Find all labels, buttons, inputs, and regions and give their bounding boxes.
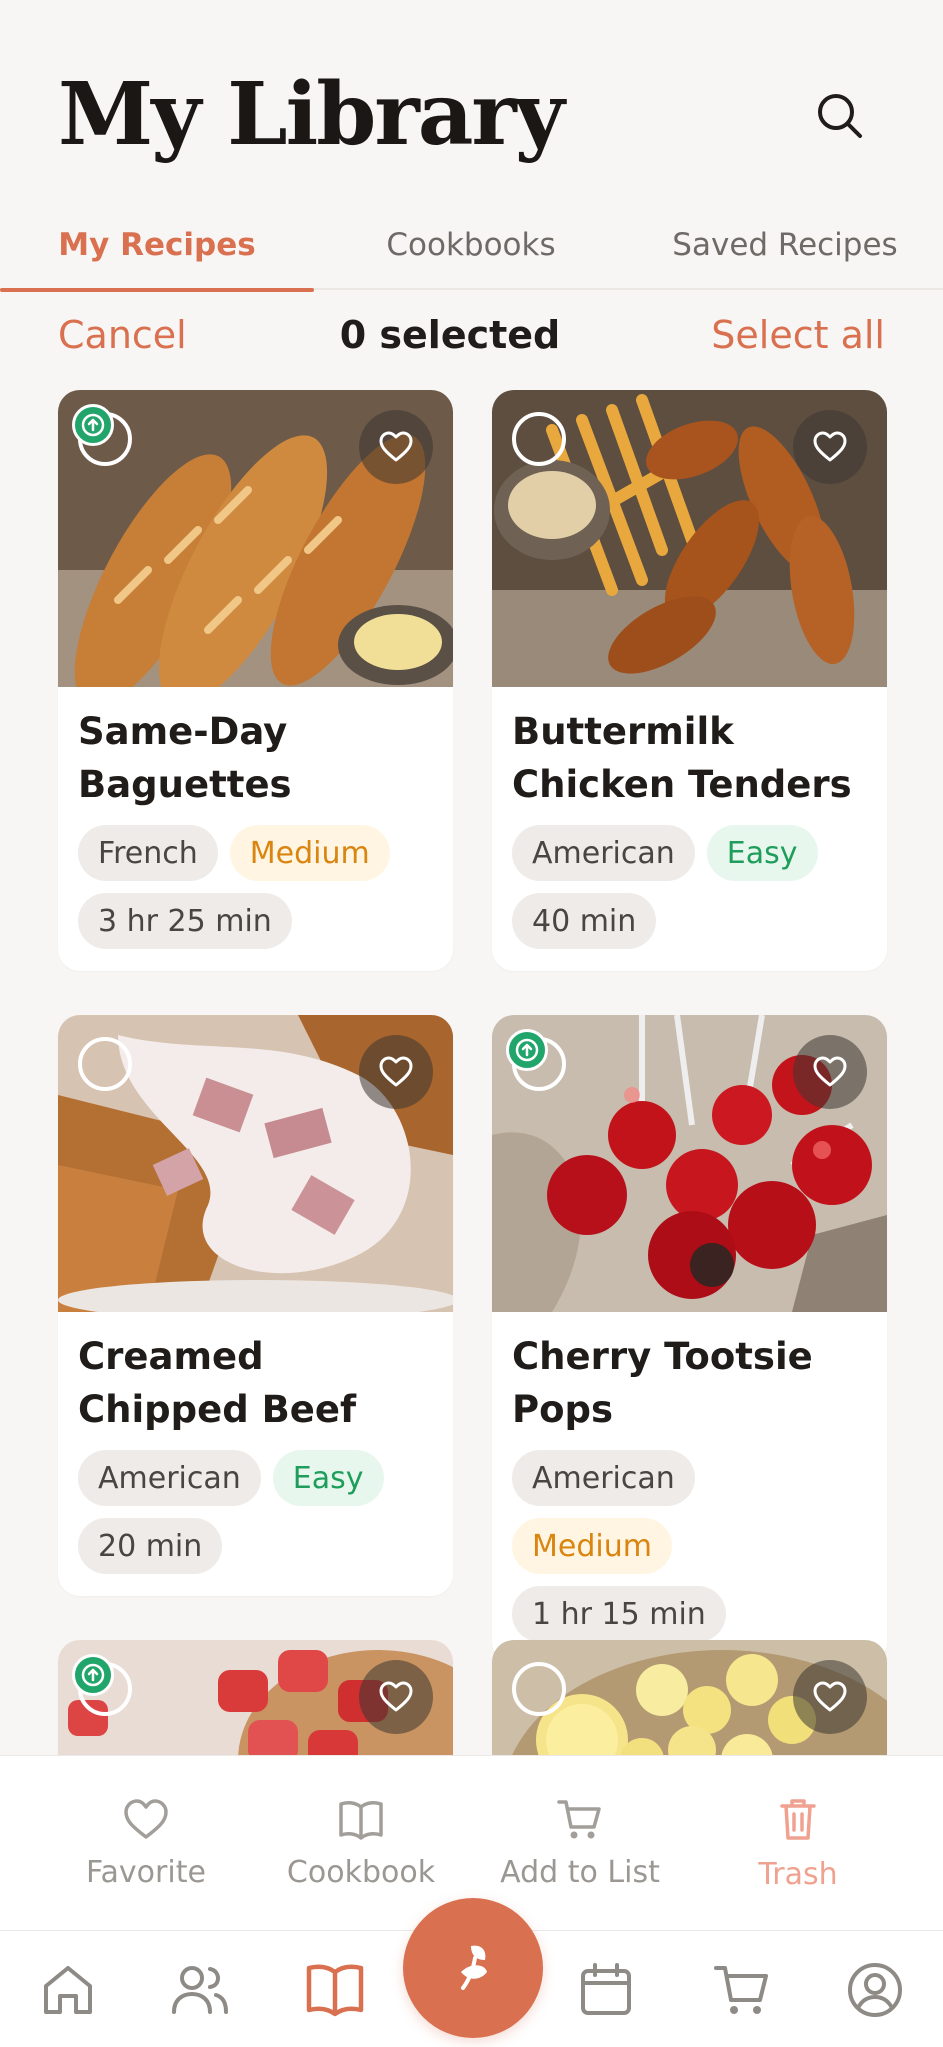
recipe-title: Creamed Chipped Beef on… bbox=[78, 1335, 357, 1431]
action-label: Add to List bbox=[500, 1855, 660, 1890]
difficulty-tag: Easy bbox=[272, 1450, 384, 1506]
difficulty-tag: Medium bbox=[512, 1518, 672, 1574]
cherry-pops-image bbox=[492, 1015, 887, 1312]
gummies-image bbox=[58, 1640, 453, 1755]
active-tab-indicator bbox=[0, 288, 314, 292]
profile-icon bbox=[848, 1962, 902, 2017]
time-tag: 3 hr 25 min bbox=[78, 893, 292, 949]
cuisine-tag: French bbox=[78, 825, 218, 881]
upload-icon bbox=[515, 1038, 539, 1062]
favorite-button[interactable] bbox=[359, 410, 433, 484]
home-icon bbox=[44, 1965, 92, 2014]
select-all-button[interactable]: Select all bbox=[711, 313, 885, 357]
difficulty-tag: Easy bbox=[706, 825, 818, 881]
search-button[interactable] bbox=[812, 88, 868, 144]
heart-icon bbox=[813, 1056, 847, 1087]
time-tag: 1 hr 15 min bbox=[512, 1586, 726, 1642]
recipe-title: Buttermilk Chicken Tenders bbox=[512, 710, 852, 806]
recipe-card[interactable]: Same-Day Baguettes French Medium 3 hr 25… bbox=[58, 390, 453, 971]
recipe-card[interactable] bbox=[492, 1640, 887, 1755]
tab-label: My Recipes bbox=[58, 227, 256, 263]
community-icon bbox=[172, 1965, 228, 2014]
cart-icon bbox=[557, 1800, 601, 1839]
nav-profile[interactable] bbox=[825, 1931, 925, 2047]
difficulty-tag: Medium bbox=[229, 825, 390, 881]
action-label: Favorite bbox=[86, 1855, 206, 1890]
cuisine-tag: American bbox=[512, 1450, 695, 1506]
favorite-button[interactable] bbox=[793, 1660, 867, 1734]
heart-icon bbox=[379, 1056, 413, 1087]
add-recipe-icon bbox=[461, 1945, 487, 1990]
nav-meal-plan[interactable] bbox=[556, 1931, 656, 2047]
recipe-tags: American Easy 20 min bbox=[78, 1450, 418, 1574]
heart-icon bbox=[379, 1681, 413, 1712]
tab-cookbooks[interactable]: Cookbooks bbox=[314, 200, 628, 290]
heart-icon bbox=[124, 1799, 168, 1839]
cookbook-action-button[interactable]: Cookbook bbox=[251, 1756, 471, 1931]
tab-label: Saved Recipes bbox=[672, 227, 898, 263]
tab-label: Cookbooks bbox=[386, 227, 556, 263]
shopping-cart-icon bbox=[714, 1965, 768, 2014]
calendar-icon bbox=[581, 1962, 631, 2015]
heart-icon bbox=[813, 431, 847, 462]
favorite-button[interactable] bbox=[359, 1660, 433, 1734]
select-checkbox[interactable] bbox=[512, 1662, 566, 1716]
time-tag: 40 min bbox=[512, 893, 657, 949]
nav-community[interactable] bbox=[150, 1931, 250, 2047]
selection-bar: Cancel 0 selected Select all bbox=[0, 305, 943, 365]
library-tabs: My Recipes Cookbooks Saved Recipes bbox=[0, 200, 943, 292]
search-icon bbox=[818, 94, 862, 138]
chipped-beef-image bbox=[58, 1015, 453, 1312]
synced-badge bbox=[506, 1029, 548, 1071]
nav-shopping[interactable] bbox=[692, 1931, 792, 2047]
select-checkbox[interactable] bbox=[512, 412, 566, 466]
page-title: My Library bbox=[58, 64, 565, 165]
synced-badge bbox=[72, 404, 114, 446]
chicken-tenders-image bbox=[492, 390, 887, 687]
favorite-action-button[interactable]: Favorite bbox=[36, 1756, 256, 1931]
upload-icon bbox=[81, 413, 105, 437]
action-label: Cookbook bbox=[286, 1855, 436, 1890]
recipe-grid: Same-Day Baguettes French Medium 3 hr 25… bbox=[0, 390, 943, 1755]
header: My Library bbox=[0, 0, 943, 200]
recipe-card[interactable]: Cherry Tootsie Pops American Medium 1 hr… bbox=[492, 1015, 887, 1664]
recipe-tags: French Medium 3 hr 25 min bbox=[78, 825, 418, 949]
action-label: Trash bbox=[758, 1857, 838, 1892]
trash-action-button[interactable]: Trash bbox=[688, 1756, 908, 1931]
library-icon bbox=[306, 1964, 364, 2016]
nav-library[interactable] bbox=[285, 1931, 385, 2047]
add-recipe-button[interactable] bbox=[403, 1898, 543, 2038]
nav-home[interactable] bbox=[18, 1931, 118, 2047]
heart-icon bbox=[813, 1681, 847, 1712]
tab-saved-recipes[interactable]: Saved Recipes bbox=[628, 200, 942, 290]
baguettes-image bbox=[58, 390, 453, 687]
cuisine-tag: American bbox=[78, 1450, 261, 1506]
cuisine-tag: American bbox=[512, 825, 695, 881]
lemon-drops-image bbox=[492, 1640, 887, 1755]
recipe-card[interactable] bbox=[58, 1640, 453, 1755]
favorite-button[interactable] bbox=[793, 1035, 867, 1109]
heart-icon bbox=[379, 431, 413, 462]
recipe-title: Same-Day Baguettes bbox=[78, 710, 292, 806]
recipe-card[interactable]: Creamed Chipped Beef on… American Easy 2… bbox=[58, 1015, 453, 1596]
book-icon bbox=[339, 1801, 383, 1840]
time-tag: 20 min bbox=[78, 1518, 223, 1574]
synced-badge bbox=[72, 1654, 114, 1696]
recipe-tags: American Easy 40 min bbox=[512, 825, 852, 949]
upload-icon bbox=[81, 1663, 105, 1687]
tab-my-recipes[interactable]: My Recipes bbox=[0, 200, 314, 292]
recipe-title: Cherry Tootsie Pops bbox=[512, 1335, 813, 1431]
recipe-tags: American Medium 1 hr 15 min bbox=[512, 1450, 852, 1642]
favorite-button[interactable] bbox=[359, 1035, 433, 1109]
select-checkbox[interactable] bbox=[78, 1037, 132, 1091]
recipe-card[interactable]: Buttermilk Chicken Tenders American Easy… bbox=[492, 390, 887, 971]
favorite-button[interactable] bbox=[793, 410, 867, 484]
trash-icon bbox=[780, 1799, 816, 1840]
